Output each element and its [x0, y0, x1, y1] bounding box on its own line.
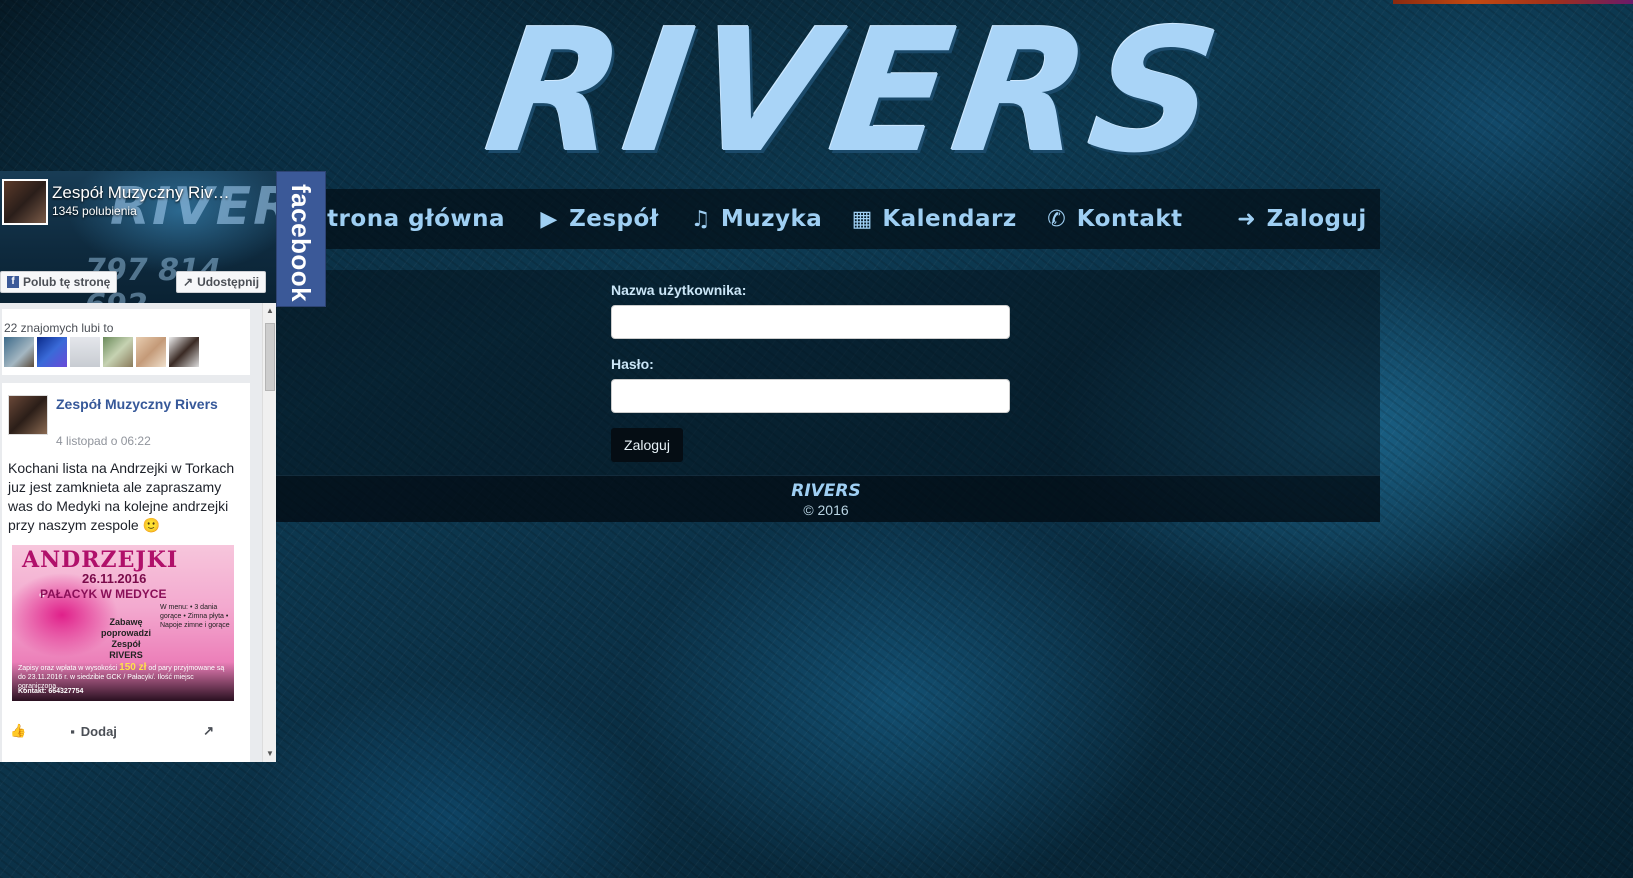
- post-card: Zespół Muzyczny Rivers 4 listopad o 06:2…: [2, 383, 250, 762]
- nav-item-login[interactable]: ➜ Zaloguj: [1235, 206, 1367, 232]
- nav-item-label: Kalendarz: [882, 206, 1017, 232]
- post-date[interactable]: 4 listopad o 06:22: [56, 434, 151, 448]
- feed-scrollbar[interactable]: ▲ ▼: [262, 303, 276, 762]
- nav-item-home[interactable]: Strona główna: [310, 206, 505, 232]
- password-input[interactable]: [611, 379, 1010, 413]
- page-avatar[interactable]: [2, 179, 48, 225]
- nav-item-label: Kontakt: [1076, 206, 1183, 232]
- scrollbar-thumb[interactable]: [265, 323, 275, 391]
- nav-item-music[interactable]: ♫ Muzyka: [689, 206, 822, 232]
- facebook-tab[interactable]: facebook: [276, 171, 326, 307]
- share-icon: ↗: [183, 275, 194, 289]
- friend-avatar[interactable]: [4, 337, 34, 367]
- page-name[interactable]: Zespół Muzyczny Riv…: [52, 183, 230, 203]
- login-panel: Nazwa użytkownika: Hasło: Zaloguj RIVERS…: [272, 270, 1380, 522]
- share-label: Udostępnij: [197, 275, 260, 289]
- nav-item-contact[interactable]: ✆ Kontakt: [1045, 206, 1183, 232]
- calendar-icon: ▦: [851, 206, 873, 232]
- post-text: Kochani lista na Andrzejki w Torkach juz…: [8, 460, 235, 533]
- poster-price-prefix: Zapisy oraz wpłata w wysokości: [18, 665, 118, 672]
- poster-band: Zabawę poprowadzi Zespół RIVERS: [101, 617, 151, 660]
- facebook-tab-label: facebook: [286, 184, 316, 303]
- poster-title: ANDRZEJKI: [22, 547, 179, 573]
- friends-card: 22 znajomych lubi to: [2, 309, 250, 375]
- comment-icon[interactable]: ▪: [70, 724, 75, 739]
- like-page-button[interactable]: f Polub tę stronę: [0, 271, 118, 293]
- poster-price-info: Zapisy oraz wpłata w wysokości 150 zł od…: [18, 663, 230, 691]
- footer: RIVERS © 2016: [272, 475, 1380, 522]
- post-image[interactable]: ANDRZEJKI 26.11.2016 PAŁACYK W MEDYCE Za…: [12, 545, 234, 701]
- username-label: Nazwa użytkownika:: [611, 282, 747, 298]
- poster-menu: W menu: • 3 dania gorące • Zimna płyta •…: [160, 604, 230, 629]
- scroll-down-arrow-icon[interactable]: ▼: [263, 748, 277, 760]
- friend-avatar[interactable]: [37, 337, 67, 367]
- facebook-feed: 22 znajomych lubi to Zespół Muzyczny Riv…: [0, 303, 262, 762]
- nav-item-band[interactable]: ▶ Zespół: [537, 206, 659, 232]
- poster-price: 150 zł: [119, 662, 147, 673]
- nav-item-label: Zespół: [569, 206, 659, 232]
- site-logo[interactable]: RIVERS: [476, 0, 1235, 191]
- post-author[interactable]: Zespół Muzyczny Rivers: [56, 395, 226, 414]
- comment-label[interactable]: Dodaj: [81, 724, 117, 739]
- music-icon: ♫: [690, 206, 711, 232]
- like-page-label: Polub tę stronę: [23, 275, 111, 289]
- footer-copyright: © 2016: [803, 502, 849, 518]
- friends-like-text: 22 znajomych lubi to: [4, 321, 114, 335]
- play-icon: ▶: [540, 206, 558, 232]
- facebook-widget: RIVERS 797 814 692 Zespół Muzyczny Riv… …: [0, 171, 326, 762]
- nav-item-calendar[interactable]: ▦ Kalendarz: [850, 206, 1017, 232]
- nav-item-label: Muzyka: [720, 206, 823, 232]
- corner-decoration: [1393, 0, 1633, 4]
- friend-avatar[interactable]: [169, 337, 199, 367]
- poster-contact: Kontakt: 664327754: [18, 688, 84, 695]
- friend-avatar[interactable]: [70, 337, 100, 367]
- poster-date: 26.11.2016: [82, 571, 147, 586]
- post-actions: 👍 ▪ Dodaj ↗: [8, 721, 244, 741]
- poster-venue: PAŁACYK W MEDYCE: [40, 587, 167, 601]
- post-author-avatar[interactable]: [8, 395, 48, 435]
- share-post-icon[interactable]: ↗: [203, 723, 214, 739]
- sign-in-icon: ➜: [1237, 206, 1257, 232]
- facebook-cover: RIVERS 797 814 692 Zespół Muzyczny Riv… …: [0, 171, 276, 303]
- password-label: Hasło:: [611, 356, 654, 372]
- nav-item-label: Strona główna: [310, 206, 506, 232]
- main-nav: Strona główna ▶ Zespół ♫ Muzyka ▦ Kalend…: [272, 189, 1380, 249]
- page-likes-count: 1345 polubienia: [52, 204, 137, 218]
- friend-avatar[interactable]: [103, 337, 133, 367]
- share-button[interactable]: ↗ Udostępnij: [176, 271, 267, 293]
- phone-icon: ✆: [1047, 206, 1067, 232]
- facebook-f-icon: f: [7, 276, 19, 288]
- footer-brand: RIVERS: [791, 481, 861, 501]
- username-input[interactable]: [611, 305, 1010, 339]
- nav-item-label: Zaloguj: [1266, 206, 1367, 232]
- scroll-up-arrow-icon[interactable]: ▲: [263, 305, 277, 317]
- login-submit-button[interactable]: Zaloguj: [611, 428, 683, 462]
- friend-avatar[interactable]: [136, 337, 166, 367]
- like-icon[interactable]: 👍: [10, 723, 26, 739]
